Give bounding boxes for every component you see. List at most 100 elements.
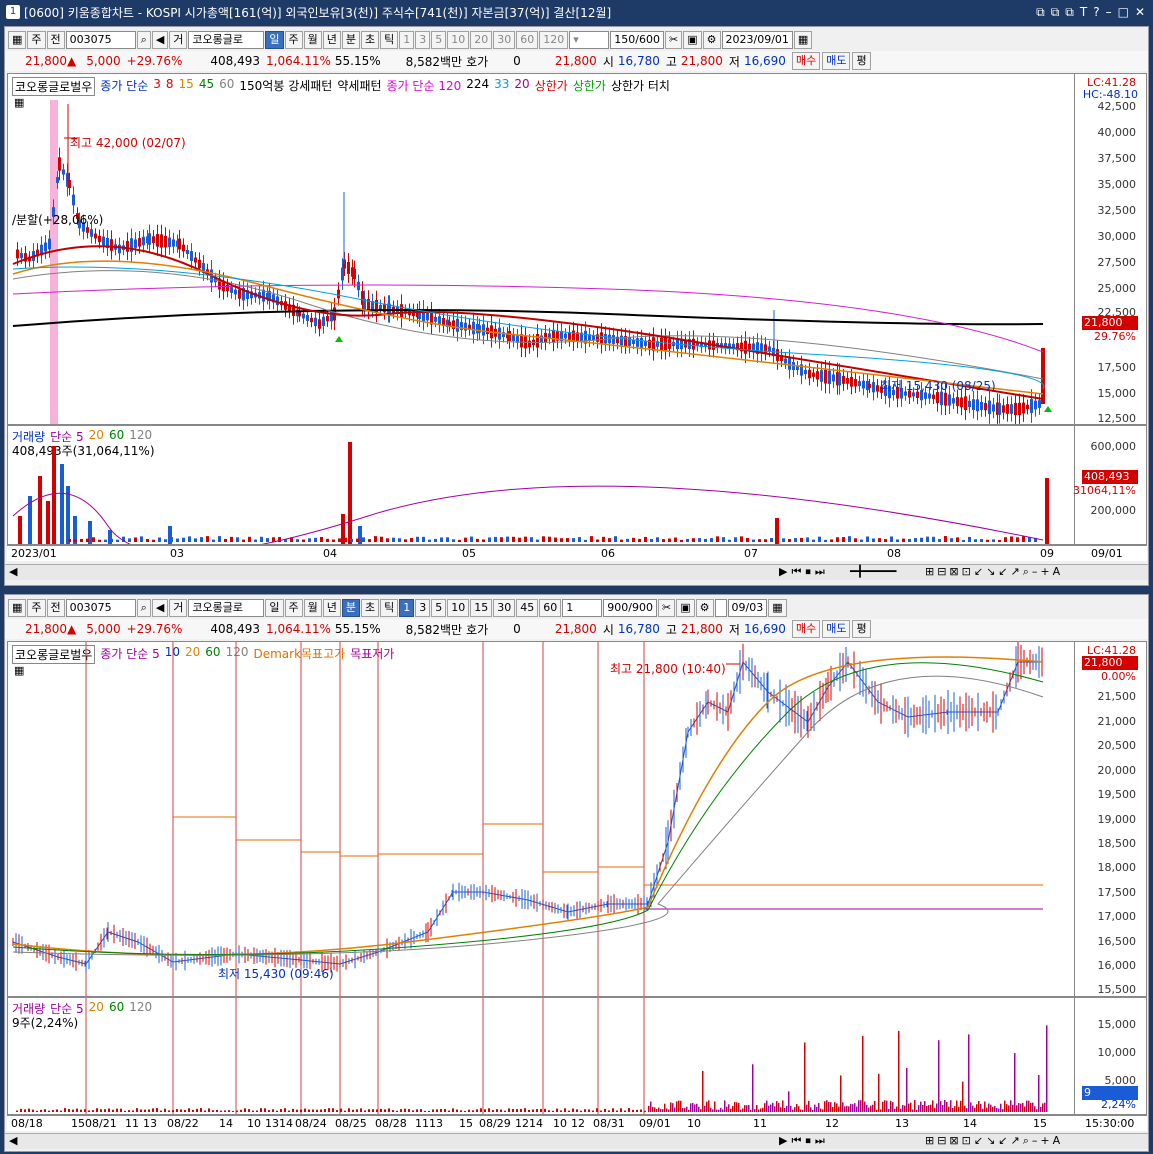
period-day[interactable]: 일 — [265, 31, 284, 49]
interval-select[interactable]: ▾ — [569, 31, 610, 49]
sell-button[interactable]: 매도 — [822, 620, 851, 638]
volume-bar — [1034, 1106, 1036, 1112]
avg-button[interactable]: 평 — [852, 620, 871, 638]
sell-button[interactable]: 매도 — [822, 52, 851, 70]
avg-button[interactable]: 평 — [852, 52, 871, 70]
chart-tools-icons[interactable]: ⊞⊟⊠⊡↙↘↙↗⌕–+A — [925, 565, 1063, 579]
code-input[interactable]: 003075 — [65, 599, 136, 617]
search-icon[interactable]: ⌕ — [136, 599, 151, 617]
minimize-icon[interactable]: – — [1106, 5, 1112, 20]
volume-bar — [992, 1106, 994, 1112]
top-scrollbar[interactable]: ◀ ▶⏮⏹⏭ ━╋━━━━━ ⊞⊟⊠⊡↙↘↙↗⌕–+A — [5, 564, 1148, 580]
interval-120[interactable]: 120 — [539, 31, 569, 49]
zoom-slider[interactable]: ━╋━━━━━ — [850, 565, 896, 578]
sound-icon[interactable]: ◀ — [151, 599, 169, 617]
buy-button[interactable]: 매수 — [791, 620, 821, 638]
trade-button[interactable]: 거 — [169, 599, 188, 617]
interval-60[interactable]: 60 — [516, 31, 539, 49]
chart-tools-icons[interactable]: ⊞⊟⊠⊡↙↘↙↗⌕–+A — [925, 1134, 1063, 1148]
period-day[interactable]: 일 — [265, 599, 284, 617]
interval-1[interactable]: 1 — [399, 599, 415, 617]
period-minute[interactable]: 분 — [341, 31, 361, 49]
tile-icon[interactable]: ⧉ — [1065, 5, 1074, 20]
whole-button[interactable]: 전 — [46, 599, 65, 617]
period-month[interactable]: 월 — [303, 31, 322, 49]
kind-select[interactable]: 주 — [27, 599, 46, 617]
checkbox[interactable] — [714, 599, 727, 617]
x-label: 15 — [71, 1117, 85, 1130]
layout-icon[interactable]: ▦ — [8, 31, 27, 49]
link-icon[interactable]: ⧉ — [1036, 5, 1045, 20]
calendar-icon[interactable]: ▦ — [793, 31, 813, 49]
interval-5[interactable]: 5 — [431, 31, 447, 49]
volume-bar — [666, 1108, 668, 1112]
volume-bar — [782, 538, 785, 542]
scroll-left-icon[interactable]: ◀ — [9, 565, 17, 578]
volume-bar — [886, 1100, 888, 1112]
text-icon[interactable]: T — [1080, 5, 1087, 20]
interval-10[interactable]: 10 — [447, 599, 470, 617]
date-input[interactable]: 09/03 — [727, 599, 768, 617]
code-input[interactable]: 003075 — [65, 31, 136, 49]
date-input[interactable]: 2023/09/01 — [721, 31, 793, 49]
candle — [310, 317, 313, 323]
period-second[interactable]: 초 — [361, 31, 380, 49]
scroll-left-icon[interactable]: ◀ — [9, 1134, 17, 1147]
gear-icon[interactable]: ⚙ — [695, 599, 714, 617]
bottom-volume-chart[interactable]: 거래량 단순 5 20 60 120 9주(2,24%) 15,000 10,000 5… — [7, 997, 1147, 1115]
tool-icon[interactable]: ✂ — [665, 31, 683, 49]
volume-bar — [866, 1104, 868, 1112]
volume-bar — [916, 1109, 918, 1112]
interval-60[interactable]: 60 — [539, 599, 562, 617]
interval-1[interactable]: 1 — [399, 31, 415, 49]
interval-select[interactable]: 1 — [562, 599, 603, 617]
period-week[interactable]: 주 — [284, 31, 303, 49]
close-icon[interactable]: ✕ — [1135, 5, 1145, 20]
playback-icons[interactable]: ▶⏮⏹⏭ — [779, 565, 829, 579]
top-price-chart[interactable]: 코오롱글로벌우 종가 단순 3 8 15 45 60 150억봉 강세패턴 약세패턴 종가 단순 … — [7, 73, 1147, 425]
y-tick: 32,500 — [1097, 204, 1137, 217]
interval-30[interactable]: 30 — [493, 31, 516, 49]
period-year[interactable]: 년 — [322, 31, 341, 49]
restore-icon[interactable]: ⧉ — [1051, 5, 1060, 20]
trade-button[interactable]: 거 — [169, 31, 188, 49]
interval-5[interactable]: 5 — [431, 599, 447, 617]
kind-select[interactable]: 주 — [27, 31, 46, 49]
playback-icons[interactable]: ▶⏮⏹⏭ — [779, 1134, 829, 1148]
sound-icon[interactable]: ◀ — [151, 31, 169, 49]
bottom-scrollbar[interactable]: ◀ ▶⏮⏹⏭ ⊞⊟⊠⊡↙↘↙↗⌕–+A — [5, 1133, 1148, 1149]
period-minute[interactable]: 분 — [341, 599, 361, 617]
period-year[interactable]: 년 — [322, 599, 341, 617]
save-icon[interactable]: ▣ — [683, 31, 702, 49]
count-input[interactable]: 150/600 — [610, 31, 664, 49]
interval-3[interactable]: 3 — [415, 599, 431, 617]
whole-button[interactable]: 전 — [46, 31, 65, 49]
period-tick[interactable]: 틱 — [380, 31, 399, 49]
bottom-price-chart[interactable]: 코오롱글로벌우 종가 단순 5 10 20 60 120 Demark목표고가 목표저가 ▦ … — [7, 641, 1147, 997]
interval-15[interactable]: 15 — [470, 599, 493, 617]
save-icon[interactable]: ▣ — [676, 599, 695, 617]
candle — [322, 316, 325, 326]
interval-45[interactable]: 45 — [516, 599, 539, 617]
hoga-value: 0 — [513, 54, 521, 68]
maximize-icon[interactable]: □ — [1118, 5, 1129, 20]
candle — [692, 338, 695, 350]
interval-20[interactable]: 20 — [470, 31, 493, 49]
period-tick[interactable]: 틱 — [380, 599, 399, 617]
period-month[interactable]: 월 — [303, 599, 322, 617]
tool-icon[interactable]: ✂ — [658, 599, 676, 617]
interval-30[interactable]: 30 — [493, 599, 516, 617]
search-icon[interactable]: ⌕ — [136, 31, 151, 49]
interval-3[interactable]: 3 — [415, 31, 431, 49]
period-week[interactable]: 주 — [284, 599, 303, 617]
interval-10[interactable]: 10 — [447, 31, 470, 49]
period-second[interactable]: 초 — [361, 599, 380, 617]
buy-button[interactable]: 매수 — [791, 52, 821, 70]
layout-icon[interactable]: ▦ — [8, 599, 27, 617]
top-volume-chart[interactable]: 거래량 단순 5 20 60 120 408,493주(31,064,11%) 600,… — [7, 425, 1147, 545]
volume-bar — [146, 539, 149, 542]
gear-icon[interactable]: ⚙ — [702, 31, 721, 49]
help-icon[interactable]: ? — [1093, 5, 1099, 20]
calendar-icon[interactable]: ▦ — [768, 599, 787, 617]
count-input[interactable]: 900/900 — [603, 599, 657, 617]
